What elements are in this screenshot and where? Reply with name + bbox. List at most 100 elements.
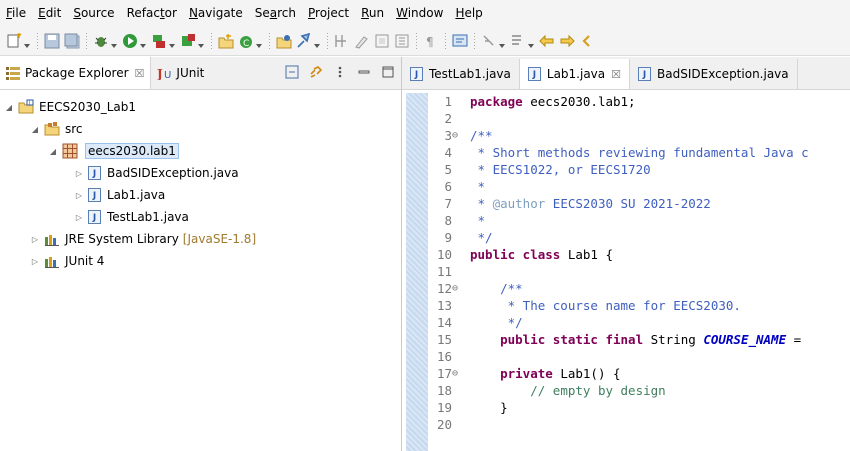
dropdown-arrow-icon[interactable] xyxy=(198,38,204,48)
code-line[interactable]: 4 * Short methods reviewing fundamental … xyxy=(430,144,808,161)
menu-help[interactable]: Help xyxy=(449,0,488,26)
code-line[interactable]: 15 public static final String COURSE_NAM… xyxy=(430,331,809,348)
code-lines: 1 package eecs2030.lab1; 2 3 ⊖/** 4 * Short m… xyxy=(430,93,809,433)
back-icon[interactable] xyxy=(539,33,555,49)
line-number: 11 xyxy=(436,264,452,279)
dropdown-arrow-icon[interactable] xyxy=(24,38,30,48)
word-wrap-icon[interactable]: ¶ xyxy=(423,33,439,49)
collapsed-arrow-icon[interactable]: ▷ xyxy=(74,169,84,178)
tree-item-jre[interactable]: ▷ JRE System Library [JavaSE-1.8] xyxy=(0,228,401,250)
save-all-icon[interactable] xyxy=(64,33,80,49)
close-icon[interactable]: ☒ xyxy=(611,68,621,81)
collapsed-arrow-icon[interactable]: ▷ xyxy=(30,235,40,244)
toggle-breadcrumb-icon[interactable] xyxy=(334,33,350,49)
tree-item-project[interactable]: ◢ J EECS2030_Lab1 xyxy=(0,96,401,118)
new-java-project-icon[interactable] xyxy=(218,33,234,49)
tree-item-junit4[interactable]: ▷ JUnit 4 xyxy=(0,250,401,272)
menu-edit[interactable]: Edit xyxy=(32,0,67,26)
code-line[interactable]: 12 ⊖ /** xyxy=(430,280,809,297)
link-with-editor-icon[interactable] xyxy=(309,65,323,79)
editor-body[interactable]: 1 package eecs2030.lab1; 2 3 ⊖/** 4 * Short m… xyxy=(402,90,850,451)
tab-package-explorer[interactable]: Package Explorer ☒ xyxy=(0,57,152,89)
dropdown-arrow-icon[interactable] xyxy=(140,38,146,48)
code-line[interactable]: 7 * @author EECS2030 SU 2021-2022 xyxy=(430,195,809,212)
editor-tab-testlab1[interactable]: J TestLab1.java xyxy=(402,59,520,89)
code-line[interactable]: 17 ⊖ private Lab1() { xyxy=(430,365,809,382)
dropdown-arrow-icon[interactable] xyxy=(256,38,262,48)
code-line[interactable]: 2 xyxy=(430,110,809,127)
code-line[interactable]: 10 public class Lab1 { xyxy=(430,246,809,263)
search-icon[interactable] xyxy=(296,32,312,49)
code-line[interactable]: 11 xyxy=(430,263,809,280)
code-line[interactable]: 16 xyxy=(430,348,809,365)
debug-icon[interactable] xyxy=(93,33,109,49)
expanded-arrow-icon[interactable]: ◢ xyxy=(4,103,14,112)
menu-project[interactable]: Project xyxy=(302,0,355,26)
menu-file[interactable]: File xyxy=(0,0,32,26)
line-number: 14 xyxy=(436,315,452,330)
expanded-arrow-icon[interactable]: ◢ xyxy=(30,125,40,134)
new-class-icon[interactable]: C xyxy=(238,33,254,49)
menu-refactor[interactable]: Refactor xyxy=(121,0,183,26)
menu-window[interactable]: Window xyxy=(390,0,449,26)
collapsed-arrow-icon[interactable]: ▷ xyxy=(74,191,84,200)
run-icon[interactable] xyxy=(122,33,138,49)
forward-icon[interactable] xyxy=(559,33,575,49)
code-line[interactable]: 3 ⊖ /** xyxy=(430,127,809,144)
code-line[interactable]: 9 */ xyxy=(430,229,809,246)
line-number: 17 xyxy=(436,366,452,381)
dropdown-arrow-icon[interactable] xyxy=(499,38,505,48)
show-whitespace-icon[interactable] xyxy=(394,33,410,49)
save-icon[interactable] xyxy=(44,33,60,49)
tree-item-badsidexception[interactable]: ▷ J BadSIDException.java xyxy=(0,162,401,184)
menu-search[interactable]: Search xyxy=(249,0,302,26)
code-line[interactable]: 14 */ xyxy=(430,314,809,331)
tab-junit[interactable]: J U JUnit xyxy=(151,57,210,89)
dropdown-arrow-icon[interactable] xyxy=(169,38,175,48)
code-line[interactable]: 8 * xyxy=(430,212,809,229)
editor-tab-lab1[interactable]: J Lab1.java ☒ xyxy=(519,59,631,89)
external-tools-icon[interactable] xyxy=(180,33,196,49)
coverage-icon[interactable] xyxy=(151,33,167,49)
expanded-arrow-icon[interactable]: ◢ xyxy=(48,147,58,156)
menu-navigate[interactable]: Navigate xyxy=(183,0,249,26)
code-line[interactable]: 13 * The course name for EECS2030. xyxy=(430,297,809,314)
mark-occurrences-icon[interactable] xyxy=(354,33,370,49)
editor-tab-badsidexception[interactable]: J BadSIDException.java xyxy=(630,59,798,89)
block-selection-icon[interactable] xyxy=(374,33,390,49)
menu-run[interactable]: Run xyxy=(355,0,390,26)
prev-annotation-icon[interactable] xyxy=(481,33,497,49)
code-line[interactable]: 5 * EECS1022, or EECS1720 xyxy=(430,161,809,178)
tree-item-testlab1[interactable]: ▷ J TestLab1.java xyxy=(0,206,401,228)
maximize-icon[interactable] xyxy=(381,65,395,79)
collapsed-arrow-icon[interactable]: ▷ xyxy=(30,257,40,266)
close-icon[interactable]: ☒ xyxy=(135,67,145,80)
fold-toggle-icon[interactable]: ⊖ xyxy=(452,365,464,382)
code-line[interactable]: 20 xyxy=(430,416,809,433)
more-icon[interactable] xyxy=(579,33,595,49)
tree-item-src[interactable]: ◢ src xyxy=(0,118,401,140)
tree-item-lab1[interactable]: ▷ J Lab1.java xyxy=(0,184,401,206)
code-line[interactable]: 19 } xyxy=(430,399,809,416)
code-line[interactable]: 6 * xyxy=(430,178,809,195)
open-type-icon[interactable] xyxy=(276,33,292,49)
fold-toggle-icon[interactable]: ⊖ xyxy=(452,127,464,144)
next-annotation-icon[interactable] xyxy=(452,33,468,49)
code-line[interactable]: 18 // empty by design xyxy=(430,382,809,399)
new-wizard-icon[interactable] xyxy=(6,32,22,49)
last-edit-icon[interactable] xyxy=(510,33,526,49)
fold-toggle-icon[interactable]: ⊖ xyxy=(452,280,464,297)
minimize-icon[interactable] xyxy=(357,65,371,79)
code-line[interactable]: 1 package eecs2030.lab1; xyxy=(430,93,809,110)
dropdown-arrow-icon[interactable] xyxy=(314,38,320,48)
collapse-all-icon[interactable] xyxy=(285,65,299,79)
menu-source[interactable]: Source xyxy=(67,0,120,26)
fold-toggle-icon xyxy=(452,212,464,229)
quick-diff-ruler xyxy=(406,93,428,451)
collapsed-arrow-icon[interactable]: ▷ xyxy=(74,213,84,222)
tree-item-package[interactable]: ◢ eecs2030.lab1 xyxy=(0,140,401,162)
dropdown-arrow-icon[interactable] xyxy=(111,38,117,48)
view-menu-icon[interactable] xyxy=(333,65,347,79)
dropdown-arrow-icon[interactable] xyxy=(528,38,534,48)
